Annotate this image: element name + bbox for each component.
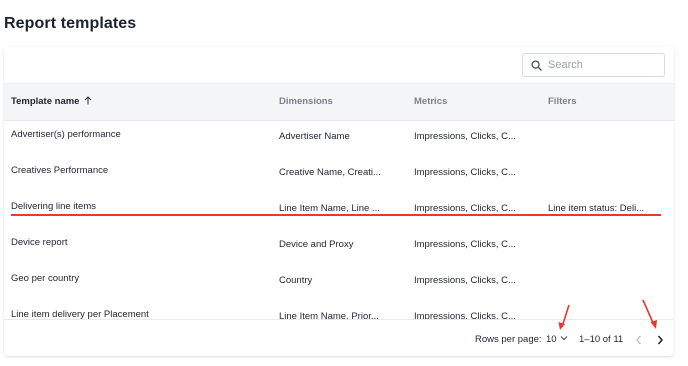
column-header-label: Template name xyxy=(11,96,80,107)
report-templates-card: Template name Dimensions Metrics Filters… xyxy=(4,46,674,356)
template-name-cell[interactable]: Device report xyxy=(11,237,68,248)
template-name-cell[interactable]: Line item delivery per Placement xyxy=(11,309,149,319)
pagination-range: 1–10 of 11 xyxy=(579,334,624,345)
table-row[interactable]: Line item delivery per Placement Line It… xyxy=(4,299,674,319)
template-name-cell[interactable]: Advertiser(s) performance xyxy=(11,129,121,140)
search-input[interactable] xyxy=(548,59,648,71)
metrics-cell: Impressions, Clicks, C... xyxy=(414,311,516,319)
column-header-dimensions[interactable]: Dimensions xyxy=(279,84,333,120)
pagination-footer: Rows per page: 10 1–10 of 11 xyxy=(4,319,674,356)
table-header: Template name Dimensions Metrics Filters xyxy=(4,83,674,121)
chevron-left-icon[interactable] xyxy=(634,334,644,346)
rows-per-page-label: Rows per page: xyxy=(475,334,542,345)
rows-per-page-select[interactable]: 10 xyxy=(546,334,557,345)
table-row[interactable]: Device report Device and Proxy Impressio… xyxy=(4,227,674,263)
page-title: Report templates xyxy=(4,15,137,32)
table-row[interactable]: Delivering line items Line Item Name, Li… xyxy=(4,191,674,227)
metrics-cell: Impressions, Clicks, C... xyxy=(414,203,516,214)
dimensions-cell: Line Item Name, Prior... xyxy=(279,311,379,319)
table-row[interactable]: Advertiser(s) performance Advertiser Nam… xyxy=(4,119,674,155)
column-header-filters[interactable]: Filters xyxy=(548,84,577,120)
dimensions-cell: Creative Name, Creati... xyxy=(279,167,381,178)
metrics-cell: Impressions, Clicks, C... xyxy=(414,239,516,250)
filters-cell: Line item status: Deli... xyxy=(548,203,645,214)
search-box[interactable] xyxy=(522,53,665,77)
dimensions-cell: Country xyxy=(279,275,313,286)
chevron-right-icon[interactable] xyxy=(655,334,665,346)
metrics-cell: Impressions, Clicks, C... xyxy=(414,275,516,286)
metrics-cell: Impressions, Clicks, C... xyxy=(414,167,516,178)
annotation-underline xyxy=(11,214,661,216)
table-row[interactable]: Creatives Performance Creative Name, Cre… xyxy=(4,155,674,191)
template-name-cell[interactable]: Geo per country xyxy=(11,273,79,284)
table-body: Advertiser(s) performance Advertiser Nam… xyxy=(4,119,674,319)
template-name-cell[interactable]: Delivering line items xyxy=(11,201,96,212)
table-row[interactable]: Geo per country Country Impressions, Cli… xyxy=(4,263,674,299)
dimensions-cell: Line Item Name, Line ... xyxy=(279,203,380,214)
dimensions-cell: Advertiser Name xyxy=(279,131,350,142)
metrics-cell: Impressions, Clicks, C... xyxy=(414,131,516,142)
sort-ascending-icon[interactable] xyxy=(84,96,92,105)
chevron-down-icon[interactable] xyxy=(560,335,568,341)
search-icon xyxy=(531,59,542,71)
dimensions-cell: Device and Proxy xyxy=(279,239,354,250)
template-name-cell[interactable]: Creatives Performance xyxy=(11,165,108,176)
column-header-template-name[interactable]: Template name xyxy=(11,84,92,120)
column-header-metrics[interactable]: Metrics xyxy=(414,84,447,120)
